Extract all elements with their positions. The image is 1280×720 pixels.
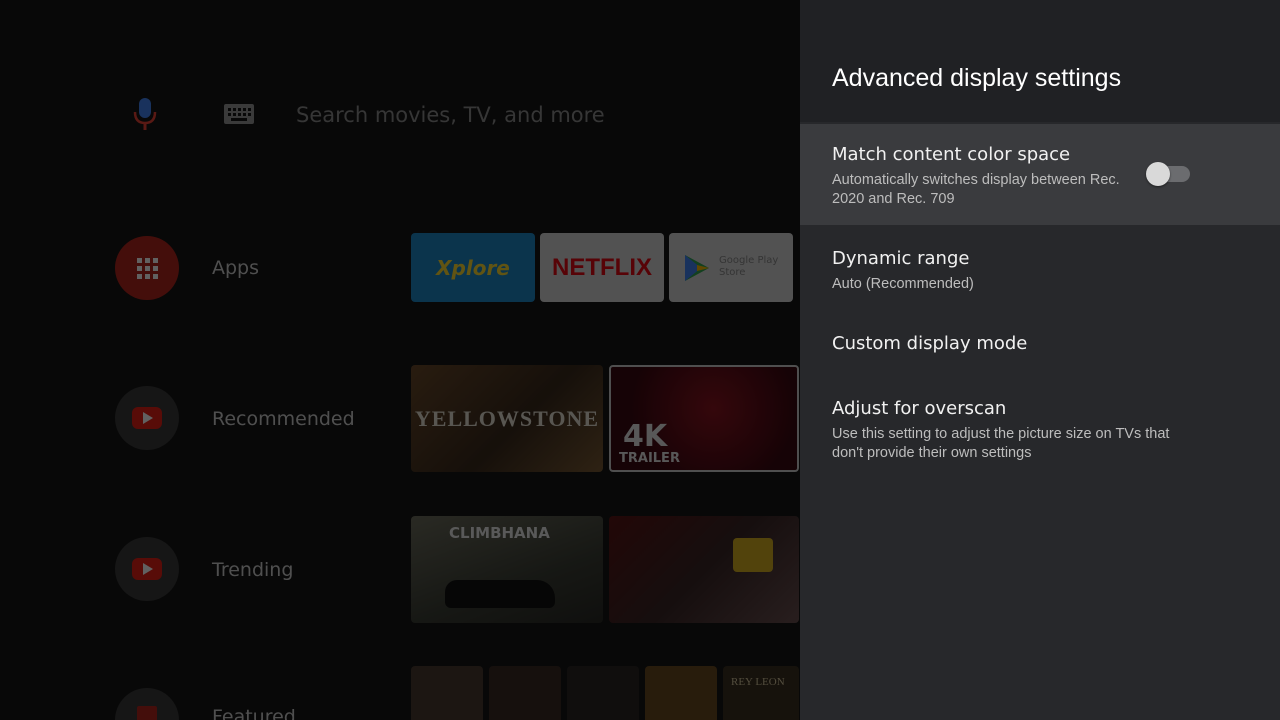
trailer-4k-label: 4K: [623, 419, 668, 454]
xplore-logo: Xplore: [436, 255, 510, 280]
app-tile-xplore[interactable]: Xplore: [411, 233, 535, 302]
video-tile-trending-2[interactable]: [609, 516, 799, 623]
yellowstone-title: YELLOWSTONE: [414, 405, 600, 431]
row-label-apps: Apps: [212, 257, 260, 279]
color-space-toggle[interactable]: [1146, 162, 1192, 186]
home-screen: Apps Xplore NETFLIX Google Play Store Re…: [0, 0, 800, 720]
apps-grid-icon: [137, 258, 158, 279]
play-store-icon: [685, 255, 709, 281]
setting-dynamic-range[interactable]: Dynamic range Auto (Recommended): [800, 230, 1280, 302]
setting-subtitle: Automatically switches display between R…: [832, 172, 1120, 207]
featured-tile-3[interactable]: [567, 666, 639, 720]
app-tile-play-store[interactable]: Google Play Store: [669, 233, 793, 302]
featured-tile-rey-leon[interactable]: REY LEON: [723, 666, 799, 720]
setting-title: Dynamic range: [832, 248, 970, 269]
video-tile-yellowstone[interactable]: YELLOWSTONE: [411, 365, 603, 472]
setting-subtitle: Use this setting to adjust the picture s…: [832, 426, 1170, 461]
setting-custom-display-mode[interactable]: Custom display mode: [800, 314, 1280, 374]
featured-row-icon[interactable]: [115, 688, 179, 720]
settings-panel: Advanced display settings Match content …: [800, 0, 1280, 720]
rey-leon-title: REY LEON: [731, 676, 785, 688]
featured-tile-4[interactable]: [645, 666, 717, 720]
featured-icon: [137, 706, 157, 720]
panel-title: Advanced display settings: [832, 64, 1122, 92]
app-tile-netflix[interactable]: NETFLIX: [540, 233, 664, 302]
trending-row-icon[interactable]: [115, 537, 179, 601]
setting-title: Adjust for overscan: [832, 398, 1007, 419]
netflix-logo: NETFLIX: [552, 253, 652, 281]
setting-title: Match content color space: [832, 144, 1071, 165]
panel-header: Advanced display settings: [800, 0, 1280, 122]
row-label-trending: Trending: [212, 559, 294, 581]
setting-subtitle: Auto (Recommended): [832, 276, 974, 292]
setting-adjust-for-overscan[interactable]: Adjust for overscan Use this setting to …: [800, 380, 1280, 472]
row-label-featured: Featured: [212, 706, 296, 720]
apps-row-icon[interactable]: [115, 236, 179, 300]
climbhana-title: CLIMBHANA: [449, 524, 550, 542]
video-tile-climbhana[interactable]: CLIMBHANA: [411, 516, 603, 623]
search-input[interactable]: [296, 100, 716, 130]
featured-tile-1[interactable]: [411, 666, 483, 720]
microphone-icon[interactable]: [130, 96, 160, 132]
setting-title: Custom display mode: [832, 333, 1028, 354]
youtube-icon: [132, 558, 162, 580]
featured-tile-2[interactable]: [489, 666, 561, 720]
car-shape: [445, 580, 555, 608]
snack-bag-shape: [733, 538, 773, 572]
setting-match-content-color-space[interactable]: Match content color space Automatically …: [800, 124, 1280, 225]
keyboard-icon[interactable]: [222, 102, 256, 126]
toggle-thumb: [1146, 162, 1170, 186]
youtube-icon: [132, 407, 162, 429]
row-label-recommended: Recommended: [212, 408, 355, 430]
play-store-label: Google Play Store: [719, 255, 779, 278]
trailer-label: TRAILER: [619, 451, 680, 466]
video-tile-4k-trailer[interactable]: 4K TRAILER: [609, 365, 799, 472]
recommended-row-icon[interactable]: [115, 386, 179, 450]
